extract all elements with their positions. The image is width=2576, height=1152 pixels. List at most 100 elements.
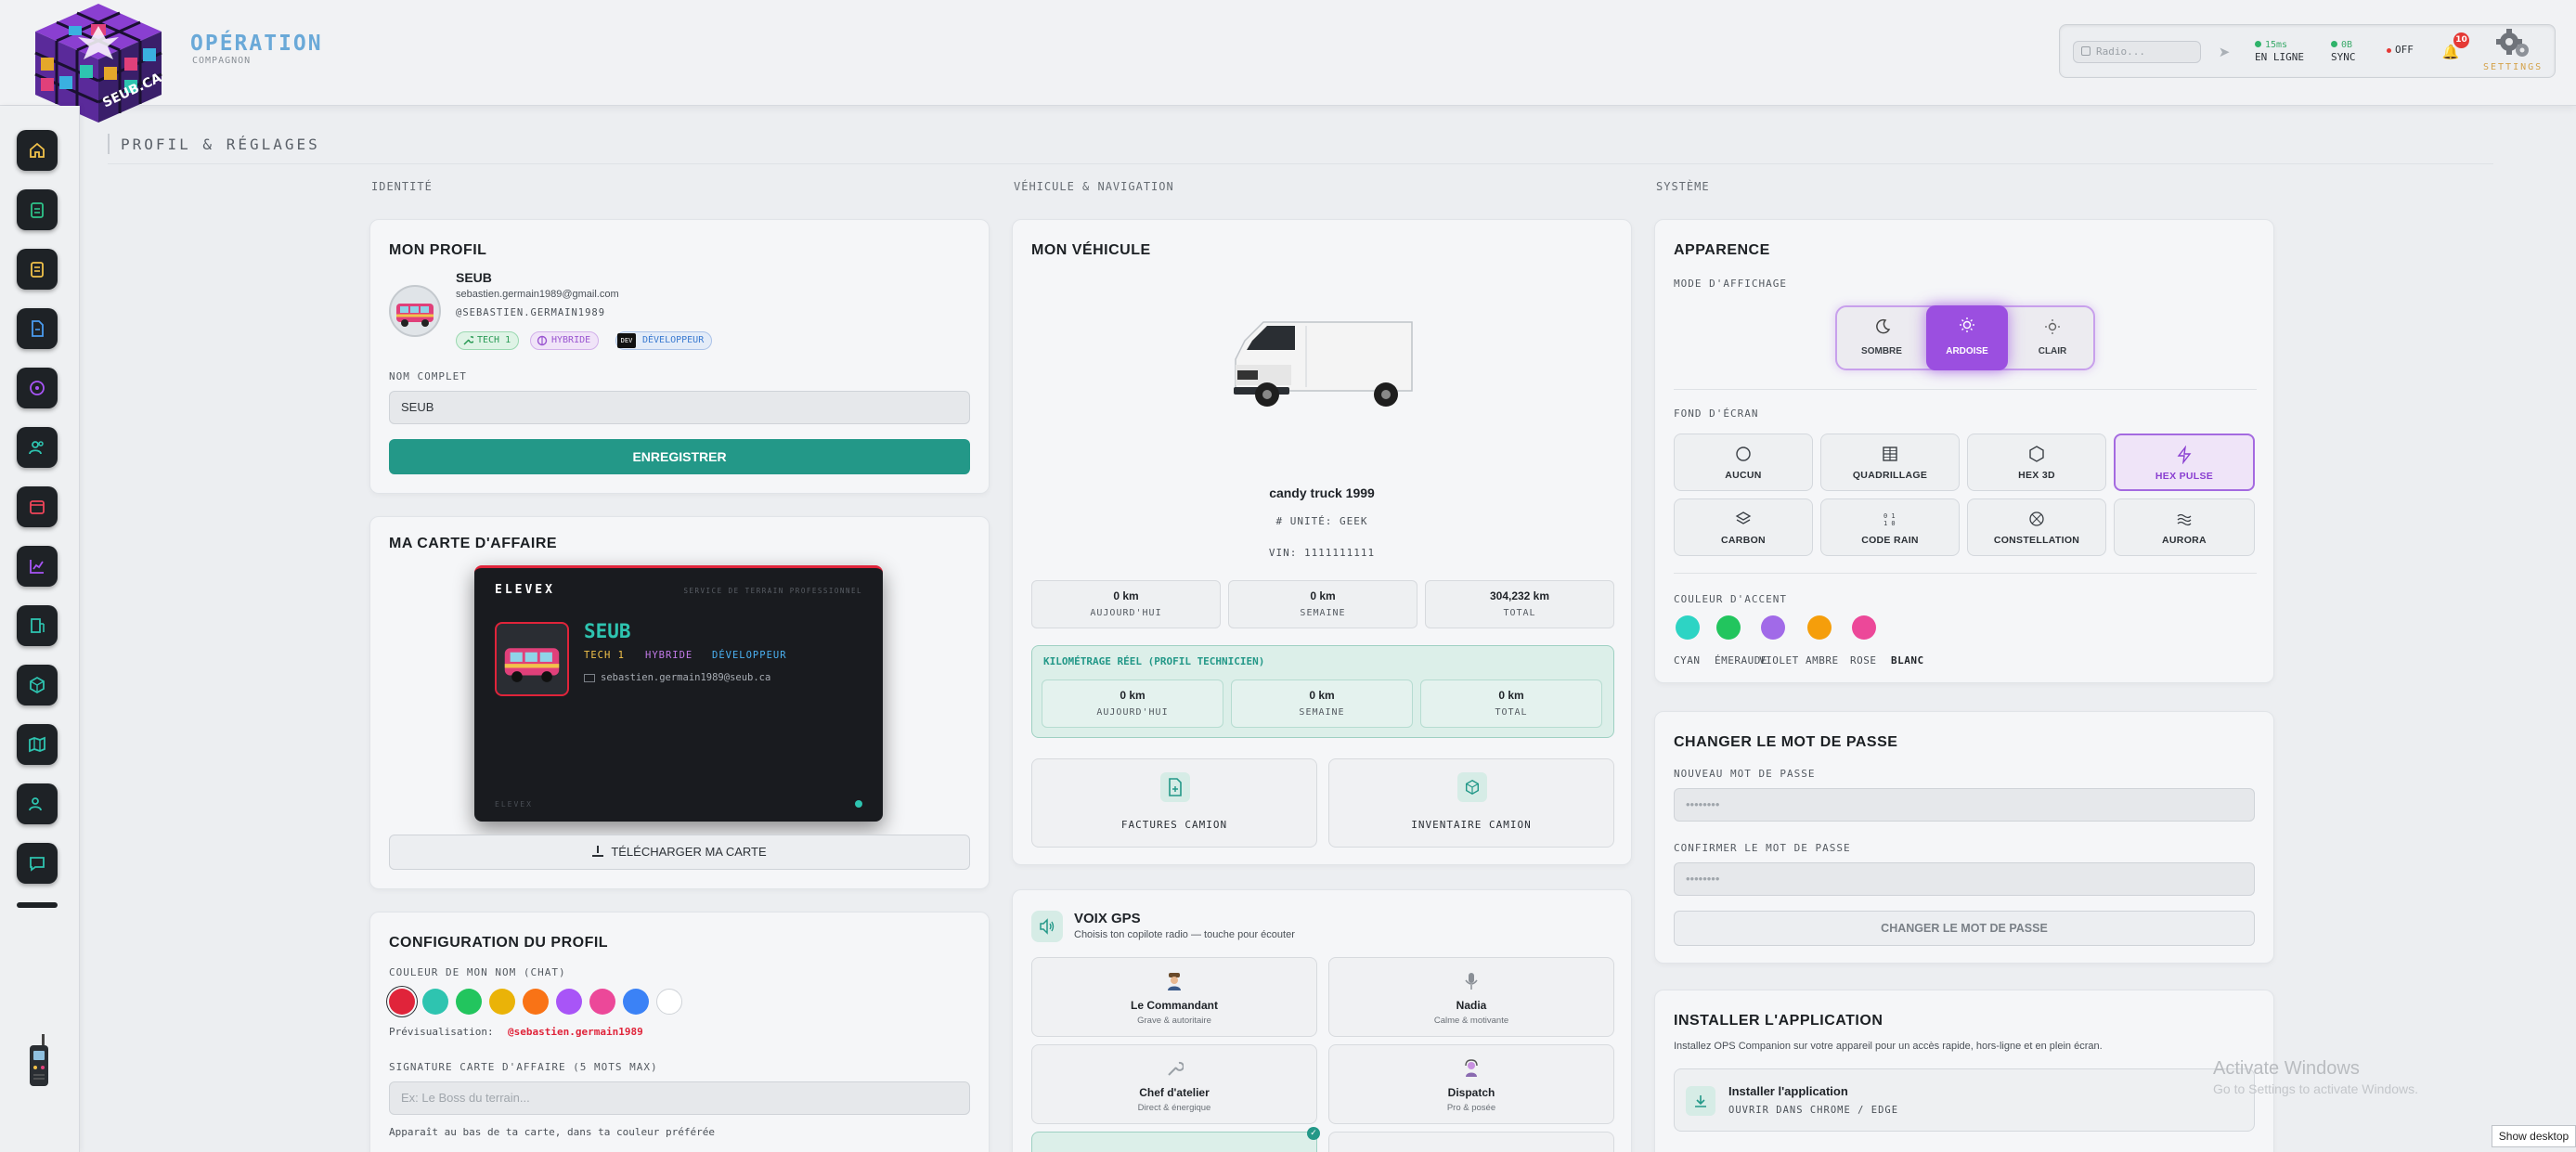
- app-header: SEUB.CA OPÉRATION COMPAGNON Radio... ➤ 1…: [0, 0, 2576, 123]
- voice-option-selected[interactable]: ✓: [1031, 1127, 1320, 1152]
- settings-label[interactable]: SETTINGS: [2483, 62, 2543, 72]
- profile-handle: @SEBASTIEN.GERMAIN1989: [456, 307, 606, 318]
- nav-team[interactable]: [17, 427, 58, 468]
- change-password-button[interactable]: CHANGER LE MOT DE PASSE: [1674, 911, 2255, 946]
- nav-inventory[interactable]: [17, 665, 58, 705]
- name-color-swatch[interactable]: [523, 989, 549, 1015]
- accent-swatch-4[interactable]: [1852, 615, 1876, 640]
- nav-map[interactable]: [17, 724, 58, 765]
- accent-label[interactable]: BLANC: [1891, 654, 1924, 667]
- mode-ardoise-active[interactable]: ARDOISE: [1926, 305, 2008, 370]
- card-title: MA CARTE D'AFFAIRE: [389, 536, 558, 551]
- nav-contacts[interactable]: [17, 783, 58, 824]
- card-tag-dev: DÉVELOPPEUR: [712, 650, 787, 661]
- nav-chat[interactable]: [17, 843, 58, 884]
- accent-swatch-1[interactable]: [1716, 615, 1741, 640]
- voice-desc: Pro & posée: [1446, 1103, 1496, 1113]
- nav-documents[interactable]: [17, 308, 58, 349]
- vehicle-vin: VIN: 1111111111: [1268, 547, 1376, 559]
- badge-label: TECH 1: [477, 335, 511, 345]
- voice-option-nadia[interactable]: Nadia Calme & motivante: [1328, 957, 1614, 1037]
- radio-input[interactable]: Radio...: [2073, 41, 2201, 63]
- stat-label: SEMAINE: [1299, 707, 1345, 718]
- nav-home[interactable]: [17, 130, 58, 171]
- install-button[interactable]: Installer l'application OUVRIR DANS CHRO…: [1674, 1068, 2255, 1132]
- accent-label: COULEUR D'ACCENT: [1674, 593, 1787, 605]
- stat-value: 0 km: [1113, 589, 1139, 602]
- grid-icon: [1883, 447, 1897, 461]
- name-color-swatch[interactable]: [422, 989, 448, 1015]
- wallpaper-code-rain[interactable]: 0 11 0 CODE RAIN: [1820, 498, 1960, 556]
- voice-option-more[interactable]: [1328, 1132, 1614, 1152]
- name-color-swatch[interactable]: [623, 989, 649, 1015]
- send-icon[interactable]: ➤: [2212, 40, 2236, 64]
- accent-swatch-0[interactable]: [1676, 615, 1700, 640]
- name-color-swatch[interactable]: [589, 989, 615, 1015]
- microphone-icon: [1465, 973, 1478, 990]
- truck-invoices-button[interactable]: FACTURES CAMION: [1031, 758, 1317, 848]
- status-label: EN LIGNE: [2255, 51, 2304, 63]
- nav-scroll-hint: [17, 902, 58, 908]
- nav-network[interactable]: [17, 368, 58, 408]
- mode-clair[interactable]: CLAIR: [2012, 311, 2093, 365]
- avatar[interactable]: [389, 285, 441, 337]
- fullname-input[interactable]: SEUB: [389, 391, 970, 424]
- accent-swatch-2[interactable]: [1761, 615, 1785, 640]
- name-color-swatch[interactable]: [456, 989, 482, 1015]
- new-password-label: NOUVEAU MOT DE PASSE: [1674, 768, 1816, 780]
- accent-swatch-3[interactable]: [1807, 615, 1832, 640]
- wallpaper-hex-pulse-active[interactable]: HEX PULSE: [2114, 434, 2255, 491]
- download-card-button[interactable]: TÉLÉCHARGER MA CARTE: [389, 835, 970, 870]
- card-title: CHANGER LE MOT DE PASSE: [1674, 734, 1898, 750]
- dev-icon: DEV: [617, 333, 636, 348]
- name-color-swatch[interactable]: [489, 989, 515, 1015]
- profile-email: sebastien.germain1989@gmail.com: [456, 289, 619, 300]
- voice-desc: Calme & motivante: [1433, 1016, 1509, 1026]
- save-button[interactable]: ENREGISTRER: [389, 439, 970, 474]
- voice-option-workshop-chief[interactable]: Chef d'atelier Direct & énergique: [1031, 1044, 1317, 1124]
- card-status-dot: [855, 800, 862, 808]
- wallpaper-quadrillage[interactable]: QUADRILLAGE: [1820, 434, 1960, 491]
- status-online: 15ms EN LIGNE: [2255, 38, 2304, 63]
- sidebar: [0, 106, 80, 1152]
- gear-icon[interactable]: [2494, 27, 2531, 60]
- constellation-icon: [2029, 511, 2044, 526]
- status-label: OFF: [2395, 44, 2414, 56]
- invoice-icon: [1160, 772, 1190, 802]
- wallpaper-aucun[interactable]: AUCUN: [1674, 434, 1813, 491]
- name-color-swatch[interactable]: [389, 989, 415, 1015]
- wallpaper-carbon[interactable]: CARBON: [1674, 498, 1813, 556]
- nav-calendar[interactable]: [17, 486, 58, 527]
- mode-sombre[interactable]: SOMBRE: [1841, 311, 1922, 365]
- signature-input[interactable]: Ex: Le Boss du terrain...: [389, 1081, 970, 1115]
- name-color-swatch[interactable]: [556, 989, 582, 1015]
- nav-notes[interactable]: [17, 249, 58, 290]
- walkie-talkie-icon[interactable]: [26, 1034, 52, 1088]
- divider: [1674, 389, 2257, 390]
- stat-label: SEMAINE: [1300, 608, 1346, 618]
- wallpaper-constellation[interactable]: CONSTELLATION: [1967, 498, 2106, 556]
- voice-option-dispatch[interactable]: Dispatch Pro & posée: [1328, 1044, 1614, 1124]
- accent-label: CYAN: [1674, 654, 1701, 667]
- password-card: CHANGER LE MOT DE PASSE NOUVEAU MOT DE P…: [1654, 711, 2274, 964]
- voice-name: Dispatch: [1447, 1086, 1495, 1099]
- voice-name: Chef d'atelier: [1139, 1086, 1210, 1099]
- map-icon: [29, 736, 45, 753]
- truck-inventory-button[interactable]: INVENTAIRE CAMION: [1328, 758, 1614, 848]
- status-dot: [2387, 48, 2391, 53]
- column-label-identity: IDENTITÉ: [371, 180, 433, 193]
- box-icon: [30, 676, 45, 694]
- show-desktop-button[interactable]: Show desktop: [2492, 1125, 2576, 1147]
- nav-buildings[interactable]: [17, 605, 58, 646]
- confirm-password-input[interactable]: ••••••••: [1674, 862, 2255, 896]
- wallpaper-hex-3d[interactable]: HEX 3D: [1967, 434, 2106, 491]
- new-password-input[interactable]: ••••••••: [1674, 788, 2255, 822]
- nav-analytics[interactable]: [17, 546, 58, 587]
- wallpaper-name: HEX 3D: [2018, 470, 2055, 481]
- voice-option-commander[interactable]: Le Commandant Grave & autoritaire: [1031, 957, 1317, 1037]
- name-color-swatch[interactable]: [656, 989, 682, 1015]
- wallpaper-aurora[interactable]: AURORA: [2114, 498, 2255, 556]
- nav-tasks[interactable]: [17, 189, 58, 230]
- wallpaper-name: CODE RAIN: [1861, 535, 1919, 546]
- wallpaper-name: QUADRILLAGE: [1852, 470, 1928, 481]
